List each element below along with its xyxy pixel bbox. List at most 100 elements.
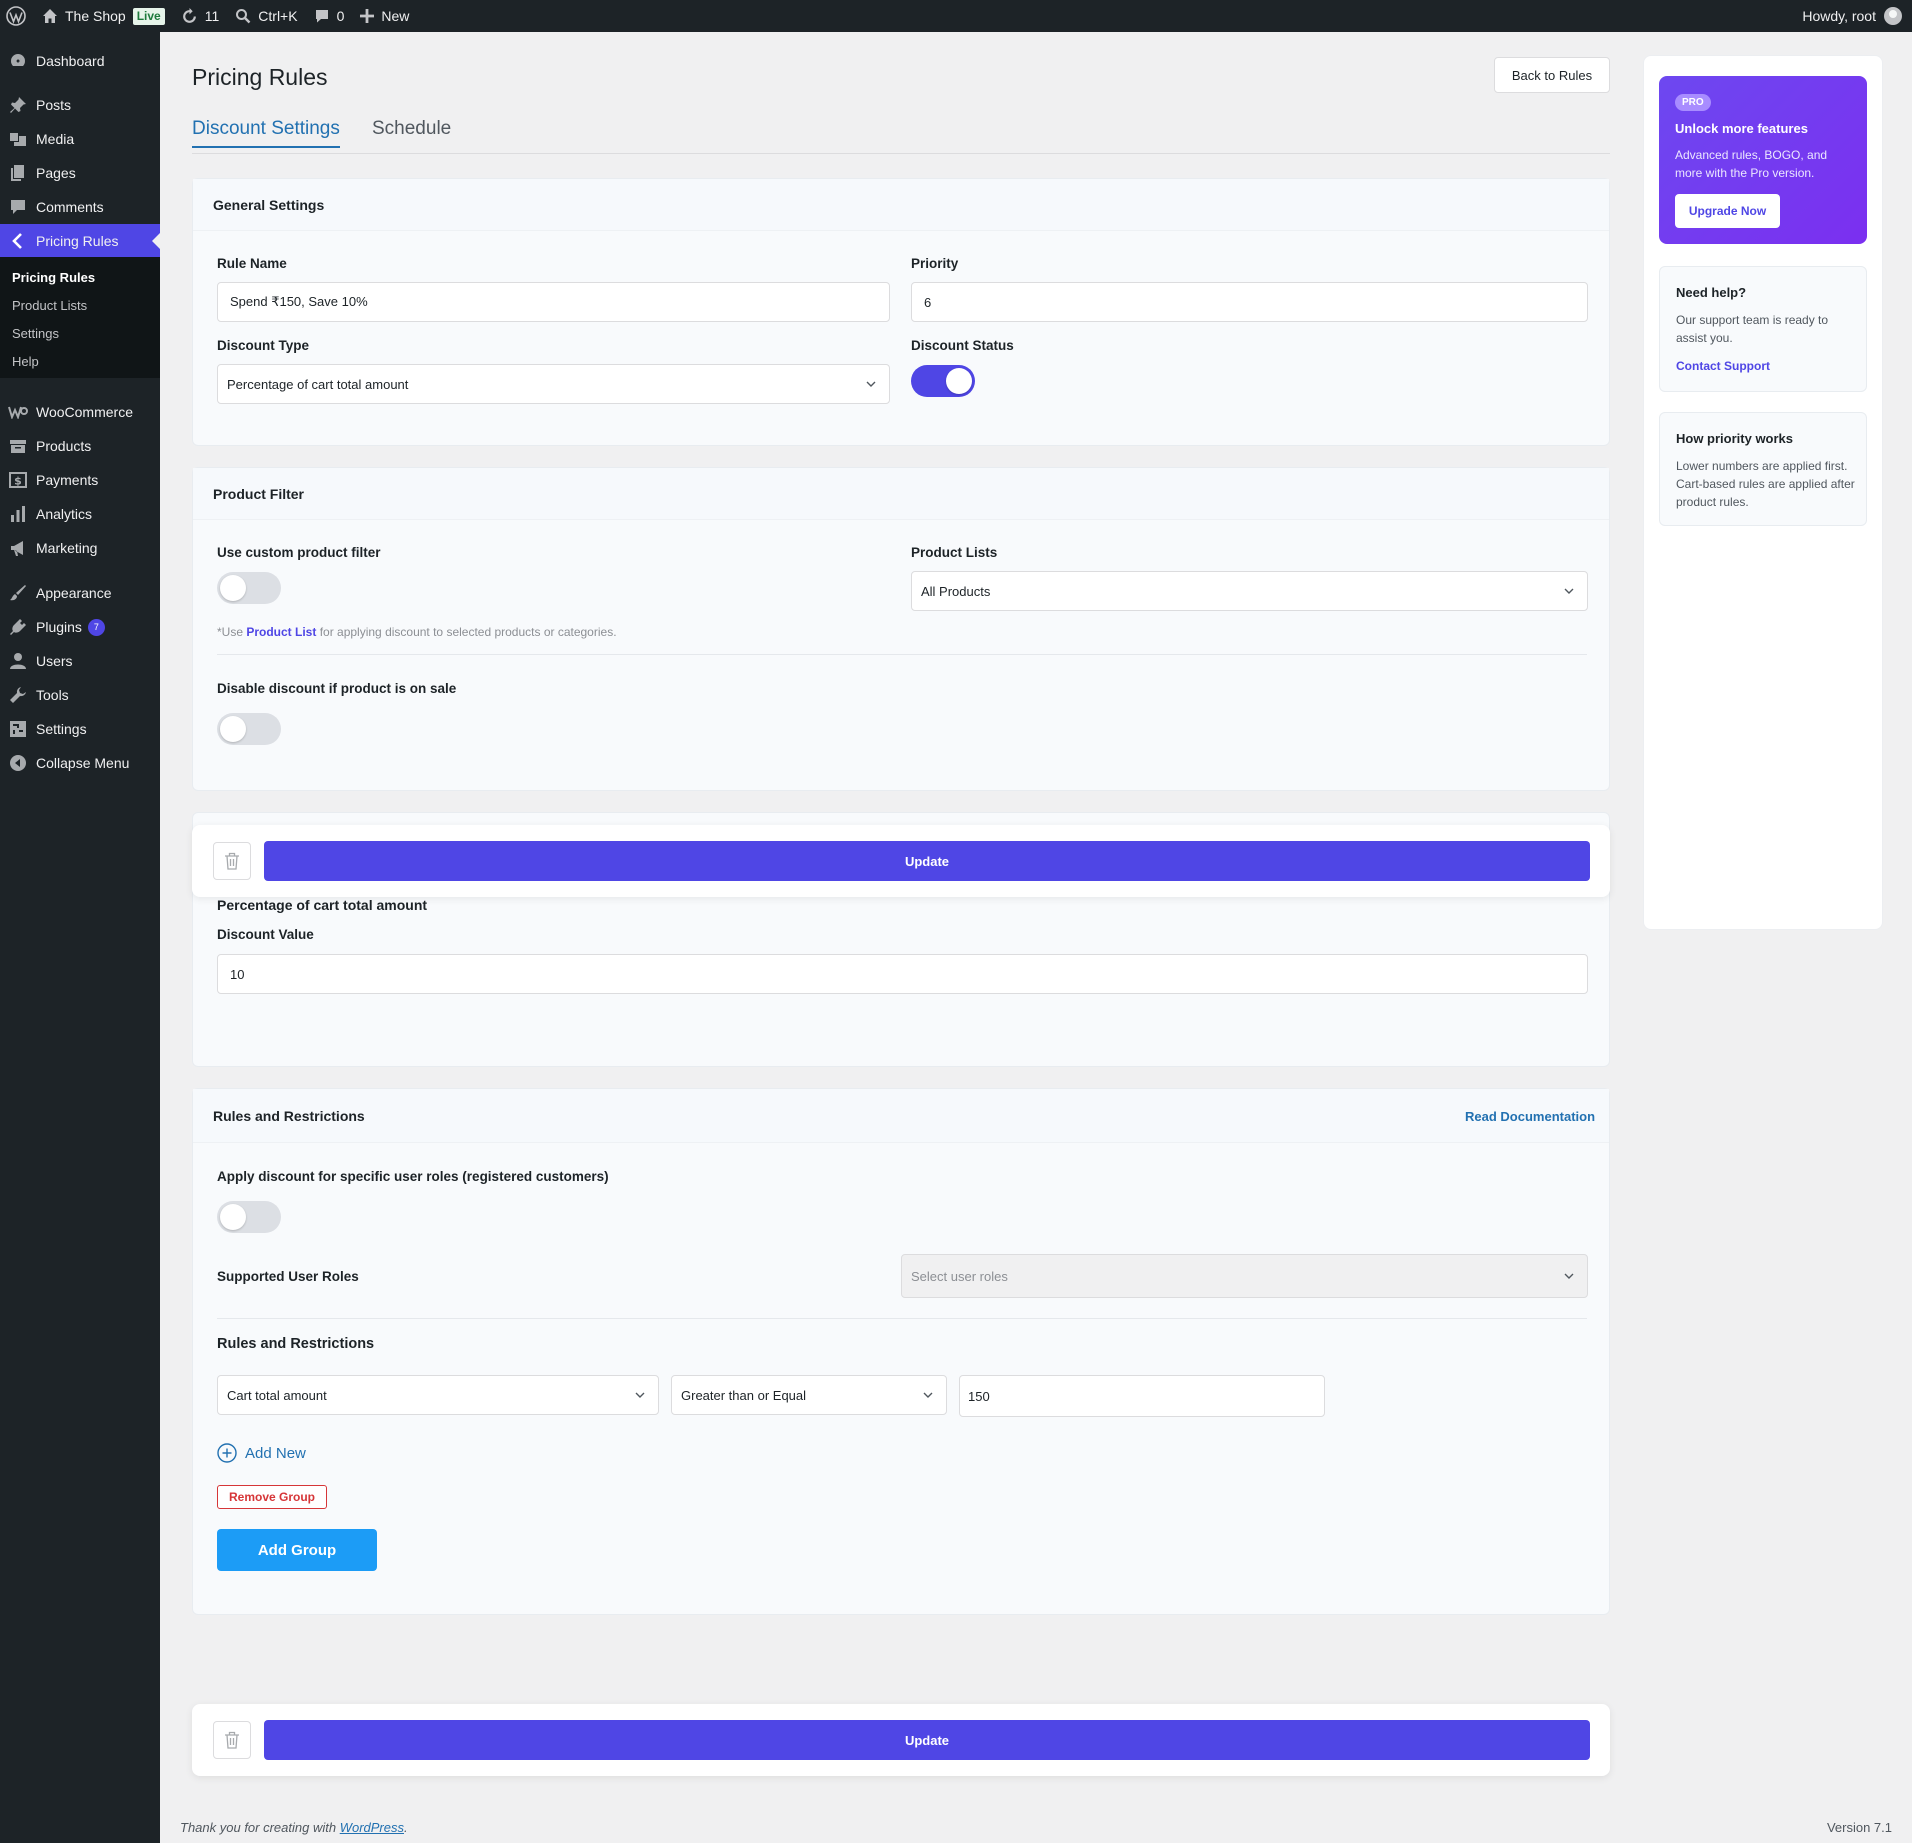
menu-pages-label: Pages <box>36 165 76 181</box>
chevron-left-icon <box>12 233 22 249</box>
toggle-knob <box>220 1204 246 1230</box>
priority-label: Priority <box>911 256 959 271</box>
priority-info-text: Lower numbers are applied first. Cart-ba… <box>1676 459 1855 509</box>
menu-appearance[interactable]: Appearance <box>0 576 160 610</box>
submenu-pricing-rules[interactable]: Pricing Rules <box>12 270 95 285</box>
user-icon <box>10 653 26 669</box>
priority-input[interactable]: 6 <box>911 282 1588 322</box>
delete-rule-button[interactable] <box>213 1721 251 1759</box>
menu-woocommerce-label: WooCommerce <box>36 404 133 420</box>
media-icon <box>10 133 26 146</box>
disable-on-sale-toggle[interactable] <box>217 713 281 745</box>
menu-plugins-label: Plugins <box>36 619 82 635</box>
menu-products[interactable]: Products <box>0 429 160 463</box>
submenu-product-lists[interactable]: Product Lists <box>12 298 87 313</box>
menu-dashboard-label: Dashboard <box>36 53 105 69</box>
svg-text:$: $ <box>14 475 22 488</box>
chevron-down-icon <box>1564 1273 1574 1279</box>
pro-promo-card: PRO Unlock more features Advanced rules,… <box>1659 76 1867 244</box>
discount-value-input[interactable]: 10 <box>217 954 1588 994</box>
general-settings-card: General Settings Rule Name Spend ₹150, S… <box>192 178 1610 446</box>
pages-icon <box>11 165 24 181</box>
priority-info-title: How priority works <box>1676 431 1794 446</box>
wordpress-logo-button[interactable] <box>0 0 34 32</box>
product-lists-select[interactable]: All Products <box>911 571 1588 611</box>
menu-tools[interactable]: Tools <box>0 678 160 712</box>
user-roles-label: Apply discount for specific user roles (… <box>217 1169 609 1184</box>
site-name: The Shop <box>65 8 126 24</box>
condition-operator-select[interactable]: Greater than or Equal <box>671 1375 947 1415</box>
chevron-down-icon <box>866 381 876 387</box>
help-text: Our support team is ready to assist you. <box>1676 313 1829 345</box>
menu-users-label: Users <box>36 653 73 669</box>
custom-filter-toggle[interactable] <box>217 572 281 604</box>
refresh-icon <box>182 7 196 23</box>
read-documentation-link[interactable]: Read Documentation <box>1465 1109 1595 1124</box>
tab-schedule[interactable]: Schedule <box>372 118 451 146</box>
user-roles-select[interactable]: Select user roles <box>901 1254 1588 1298</box>
add-group-button[interactable]: Add Group <box>217 1529 377 1571</box>
menu-pricing-rules[interactable]: Pricing Rules <box>0 224 160 258</box>
comments-link[interactable]: 0 <box>306 0 353 32</box>
menu-media[interactable]: Media <box>0 122 160 156</box>
rule-name-input[interactable]: Spend ₹150, Save 10% <box>217 282 890 322</box>
user-roles-toggle[interactable] <box>217 1201 281 1233</box>
my-account-link[interactable]: Howdy, root <box>1802 7 1912 25</box>
updates-link[interactable]: 11 <box>173 0 228 32</box>
discount-type-select[interactable]: Percentage of cart total amount <box>217 364 890 404</box>
comment-bubble-icon <box>315 10 328 23</box>
update-button[interactable]: Update <box>264 841 1590 881</box>
menu-payments[interactable]: $ Payments <box>0 463 160 497</box>
menu-woocommerce[interactable]: WooCommerce <box>0 395 160 429</box>
need-help-box: Need help? Our support team is ready to … <box>1659 266 1867 392</box>
divider <box>217 654 1587 655</box>
menu-plugins[interactable]: Plugins 7 <box>0 610 160 644</box>
discount-type-label: Discount Type <box>217 338 310 353</box>
add-new-label: Add New <box>245 1444 306 1462</box>
remove-group-button[interactable]: Remove Group <box>217 1485 328 1509</box>
menu-dashboard[interactable]: Dashboard <box>0 44 160 78</box>
menu-settings[interactable]: Settings <box>0 712 160 746</box>
search-link[interactable]: Ctrl+K <box>227 0 305 32</box>
tab-discount-settings[interactable]: Discount Settings <box>192 118 340 148</box>
product-list-link[interactable]: Product List <box>246 625 316 639</box>
update-button[interactable]: Update <box>264 1720 1590 1760</box>
new-content-link[interactable]: New <box>352 0 417 32</box>
megaphone-icon <box>11 541 23 556</box>
submenu-settings[interactable]: Settings <box>12 326 59 341</box>
menu-comments-label: Comments <box>36 199 104 215</box>
bar-chart-icon <box>11 506 25 522</box>
priority-value: 6 <box>924 294 932 310</box>
menu-marketing[interactable]: Marketing <box>0 531 160 565</box>
condition-value-input[interactable]: 150 <box>959 1375 1325 1417</box>
howdy-text: Howdy, root <box>1802 8 1876 24</box>
plus-icon <box>360 9 375 23</box>
contact-support-link[interactable]: Contact Support <box>1676 359 1770 373</box>
divider <box>217 1318 1587 1319</box>
menu-posts[interactable]: Posts <box>0 88 160 122</box>
comment-bubble-icon <box>11 200 25 214</box>
rules-heading: Rules and Restrictions <box>193 1089 1609 1143</box>
menu-analytics[interactable]: Analytics <box>0 497 160 531</box>
plugins-update-badge: 7 <box>87 618 105 636</box>
upgrade-now-button[interactable]: Upgrade Now <box>1675 194 1780 228</box>
condition-field-select[interactable]: Cart total amount <box>217 1375 659 1415</box>
priority-info-box: How priority works Lower numbers are app… <box>1659 412 1867 526</box>
promo-title: Unlock more features <box>1675 121 1808 136</box>
delete-rule-button[interactable] <box>213 842 251 880</box>
collapse-menu-button[interactable]: Collapse Menu <box>0 746 160 780</box>
disable-on-sale-label: Disable discount if product is on sale <box>217 681 457 696</box>
back-to-rules-button[interactable]: Back to Rules <box>1494 57 1610 93</box>
condition-field-value: Cart total amount <box>227 1387 327 1403</box>
admin-sidebar: Dashboard Posts Media Pages Comments Pri… <box>0 32 160 1843</box>
add-new-condition-button[interactable]: Add New <box>217 1443 306 1463</box>
woocommerce-icon <box>8 406 28 419</box>
menu-users[interactable]: Users <box>0 644 160 678</box>
menu-comments[interactable]: Comments <box>0 190 160 224</box>
wordpress-link[interactable]: WordPress <box>340 1820 404 1835</box>
chevron-down-icon <box>923 1392 933 1398</box>
menu-pages[interactable]: Pages <box>0 156 160 190</box>
submenu-help[interactable]: Help <box>12 354 39 369</box>
discount-status-toggle[interactable] <box>911 365 975 397</box>
site-name-link[interactable]: The Shop Live <box>34 0 173 32</box>
